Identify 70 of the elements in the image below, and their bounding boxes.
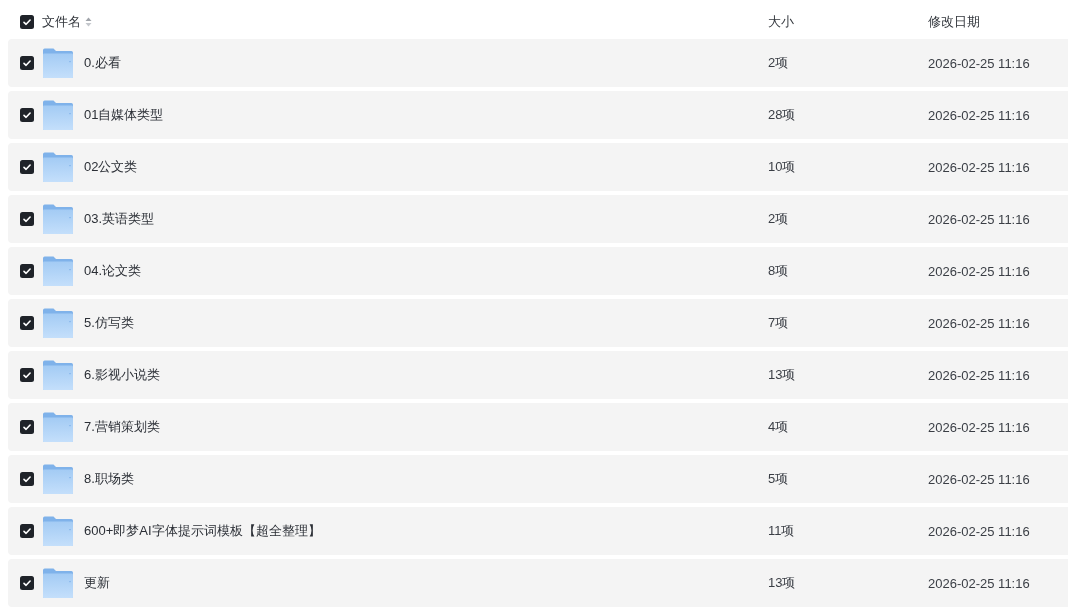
file-row[interactable]: 04.论文类 8项 2026-02-25 11:16 [8,247,1068,295]
folder-icon [43,256,73,286]
file-name: 8.职场类 [84,470,134,488]
row-checkbox[interactable] [20,316,34,330]
row-checkbox[interactable] [20,108,34,122]
row-checkbox[interactable] [20,576,34,590]
modified-date: 2026-02-25 11:16 [928,55,1030,71]
file-name: 04.论文类 [84,262,142,280]
file-name: 6.影视小说类 [84,366,160,384]
file-row[interactable]: 03.英语类型 2项 2026-02-25 11:16 [8,195,1068,243]
file-row[interactable]: 更新 13项 2026-02-25 11:16 [8,559,1068,607]
folder-icon [43,152,73,182]
file-name: 600+即梦AI字体提示词模板【超全整理】 [84,522,321,540]
file-name: 02公文类 [84,158,138,176]
file-name: 7.营销策划类 [84,418,160,436]
row-checkbox[interactable] [20,472,34,486]
item-count: 8项 [768,262,789,280]
file-row[interactable]: 6.影视小说类 13项 2026-02-25 11:16 [8,351,1068,399]
folder-icon [43,100,73,130]
file-row[interactable]: 02公文类 10项 2026-02-25 11:16 [8,143,1068,191]
modified-date: 2026-02-25 11:16 [928,107,1030,123]
row-checkbox[interactable] [20,524,34,538]
item-count: 2项 [768,210,789,228]
file-row[interactable]: 5.仿写类 7项 2026-02-25 11:16 [8,299,1068,347]
modified-date: 2026-02-25 11:16 [928,523,1030,539]
modified-date: 2026-02-25 11:16 [928,575,1030,591]
row-checkbox[interactable] [20,264,34,278]
row-checkbox[interactable] [20,420,34,434]
file-row[interactable]: 8.职场类 5项 2026-02-25 11:16 [8,455,1068,503]
modified-date: 2026-02-25 11:16 [928,367,1030,383]
folder-icon [43,48,73,78]
item-count: 11项 [768,522,795,540]
row-checkbox[interactable] [20,368,34,382]
file-row[interactable]: 7.营销策划类 4项 2026-02-25 11:16 [8,403,1068,451]
row-checkbox[interactable] [20,56,34,70]
item-count: 13项 [768,574,796,592]
item-count: 28项 [768,106,796,124]
column-header: 修改日期 [928,13,980,31]
select-all-checkbox[interactable] [20,15,34,29]
file-row[interactable]: 0.必看 2项 2026-02-25 11:16 [8,39,1068,87]
folder-icon [43,412,73,442]
folder-icon [43,568,73,598]
file-name: 更新 [84,574,110,592]
item-count: 5项 [768,470,789,488]
folder-icon [43,204,73,234]
modified-date: 2026-02-25 11:16 [928,211,1030,227]
item-count: 13项 [768,366,796,384]
modified-date: 2026-02-25 11:16 [928,471,1030,487]
item-count: 10项 [768,158,796,176]
row-checkbox[interactable] [20,160,34,174]
file-name: 01自媒体类型 [84,106,164,124]
item-count: 4项 [768,418,789,436]
file-name: 5.仿写类 [84,314,134,332]
file-row[interactable]: 01自媒体类型 28项 2026-02-25 11:16 [8,91,1068,139]
file-name: 03.英语类型 [84,210,155,228]
file-name: 0.必看 [84,54,121,72]
modified-date: 2026-02-25 11:16 [928,315,1030,331]
item-count: 7项 [768,314,789,332]
folder-icon [43,516,73,546]
folder-icon [43,464,73,494]
folder-icon [43,360,73,390]
item-count: 2项 [768,54,789,72]
row-checkbox[interactable] [20,212,34,226]
modified-date: 2026-02-25 11:16 [928,159,1030,175]
column-header[interactable]: 文件名 [42,13,92,31]
file-row[interactable]: 600+即梦AI字体提示词模板【超全整理】 11项 2026-02-25 11:16 [8,507,1068,555]
column-header: 大小 [768,13,794,31]
modified-date: 2026-02-25 11:16 [928,263,1030,279]
modified-date: 2026-02-25 11:16 [928,419,1030,435]
folder-icon [43,308,73,338]
